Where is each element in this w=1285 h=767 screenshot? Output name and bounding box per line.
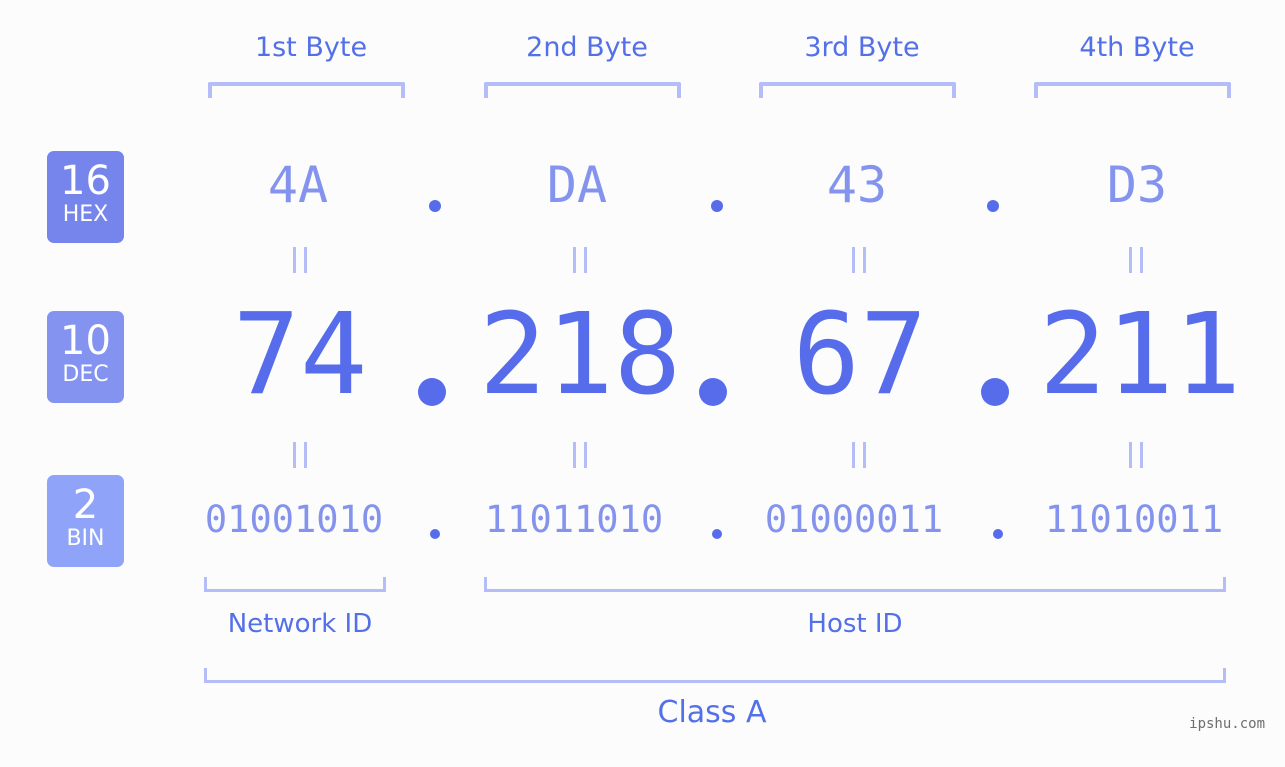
host-id-bracket: [484, 577, 1226, 592]
dec-separator-dot: [699, 378, 727, 406]
dec-badge-label: DEC: [62, 362, 109, 387]
byte-header-2: 2nd Byte: [526, 32, 648, 63]
hex-separator-dot: [429, 200, 441, 212]
dec-badge-base: 10: [60, 318, 111, 364]
hex-badge-base: 16: [60, 158, 111, 204]
network-id-label: Network ID: [227, 609, 373, 639]
class-label: Class A: [657, 695, 767, 730]
equals-icon: [852, 247, 866, 273]
hex-badge-label: HEX: [62, 202, 109, 227]
bin-byte-3: 01000011: [764, 498, 944, 541]
bin-byte-2: 11011010: [484, 498, 664, 541]
bin-badge-base: 2: [72, 482, 99, 528]
byte-header-4: 4th Byte: [1079, 32, 1195, 63]
equals-icon: [293, 442, 307, 468]
dec-badge: 10 DEC: [47, 311, 124, 403]
watermark: ipshu.com: [1189, 716, 1265, 732]
byte-bracket-4: [1034, 82, 1231, 98]
bin-badge: 2 BIN: [47, 475, 124, 567]
dec-byte-4: 211: [1038, 290, 1242, 420]
hex-byte-1: 4A: [267, 156, 329, 214]
bin-separator-dot: [712, 529, 722, 539]
byte-header-3: 3rd Byte: [804, 32, 920, 63]
byte-bracket-2: [484, 82, 681, 98]
equals-icon: [1129, 442, 1143, 468]
hex-badge: 16 HEX: [47, 151, 124, 243]
byte-header-1: 1st Byte: [254, 32, 368, 63]
bin-separator-dot: [430, 529, 440, 539]
bin-separator-dot: [993, 529, 1003, 539]
equals-icon: [573, 247, 587, 273]
dec-separator-dot: [418, 378, 446, 406]
hex-byte-3: 43: [826, 156, 888, 214]
equals-icon: [1129, 247, 1143, 273]
bin-byte-4: 11010011: [1044, 498, 1224, 541]
hex-separator-dot: [711, 200, 723, 212]
bin-badge-label: BIN: [66, 526, 105, 551]
byte-bracket-3: [759, 82, 956, 98]
dec-byte-3: 67: [792, 290, 928, 420]
hex-byte-2: DA: [546, 156, 608, 214]
hex-separator-dot: [987, 200, 999, 212]
class-bracket: [204, 668, 1226, 683]
equals-icon: [852, 442, 866, 468]
byte-bracket-1: [208, 82, 405, 98]
bin-byte-1: 01001010: [204, 498, 384, 541]
network-id-bracket: [204, 577, 386, 592]
dec-byte-1: 74: [232, 290, 368, 420]
dec-separator-dot: [981, 378, 1009, 406]
dec-byte-2: 218: [478, 290, 682, 420]
equals-icon: [573, 442, 587, 468]
equals-icon: [293, 247, 307, 273]
hex-byte-4: D3: [1106, 156, 1168, 214]
host-id-label: Host ID: [807, 609, 903, 639]
